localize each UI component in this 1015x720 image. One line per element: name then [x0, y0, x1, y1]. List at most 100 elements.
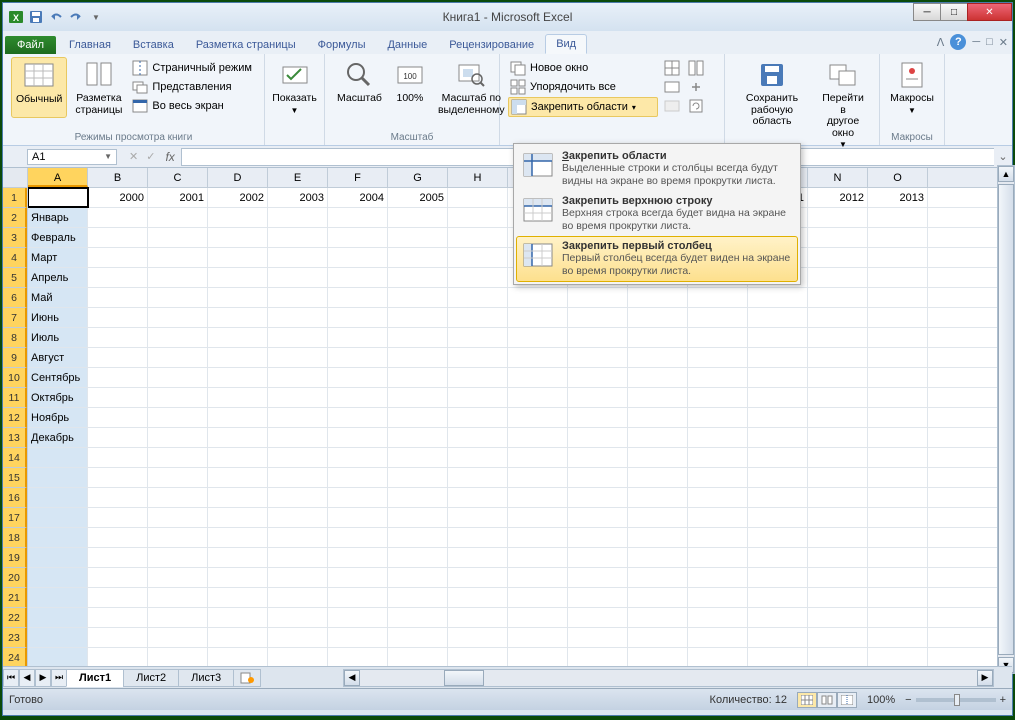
- cell[interactable]: Ноябрь: [28, 408, 88, 427]
- maximize-button[interactable]: □: [940, 3, 968, 21]
- cell[interactable]: [328, 648, 388, 666]
- cell[interactable]: [208, 448, 268, 467]
- cell[interactable]: [388, 608, 448, 627]
- row-header[interactable]: 11: [3, 388, 27, 408]
- cell[interactable]: [628, 408, 688, 427]
- cell[interactable]: [328, 528, 388, 547]
- cell[interactable]: [88, 328, 148, 347]
- row-header[interactable]: 10: [3, 368, 27, 388]
- cell[interactable]: [208, 408, 268, 427]
- cell[interactable]: [88, 608, 148, 627]
- cell[interactable]: [448, 608, 508, 627]
- cell[interactable]: [748, 628, 808, 647]
- cell[interactable]: [328, 348, 388, 367]
- cell[interactable]: [388, 408, 448, 427]
- cell[interactable]: [868, 468, 928, 487]
- unhide-button[interactable]: [662, 97, 682, 115]
- cell[interactable]: [448, 548, 508, 567]
- cell[interactable]: [868, 628, 928, 647]
- cell[interactable]: [448, 368, 508, 387]
- cell[interactable]: [688, 288, 748, 307]
- cell[interactable]: [808, 288, 868, 307]
- cell[interactable]: [88, 388, 148, 407]
- column-header[interactable]: E: [268, 168, 328, 187]
- cell[interactable]: [508, 408, 568, 427]
- select-all-corner[interactable]: [3, 168, 27, 188]
- cell[interactable]: [268, 528, 328, 547]
- cell[interactable]: [508, 648, 568, 666]
- cell[interactable]: [268, 288, 328, 307]
- cell[interactable]: [268, 588, 328, 607]
- cell[interactable]: [748, 508, 808, 527]
- cell[interactable]: [688, 408, 748, 427]
- view-custom-button[interactable]: Представления: [130, 78, 254, 96]
- cell[interactable]: [868, 288, 928, 307]
- row-header[interactable]: 15: [3, 468, 27, 488]
- cell[interactable]: [508, 488, 568, 507]
- cell[interactable]: [808, 208, 868, 227]
- cell[interactable]: [568, 608, 628, 627]
- cell[interactable]: [868, 368, 928, 387]
- cell[interactable]: [568, 308, 628, 327]
- cell[interactable]: [688, 348, 748, 367]
- inner-close-icon[interactable]: ✕: [999, 36, 1008, 49]
- cell[interactable]: [688, 308, 748, 327]
- cell[interactable]: [868, 528, 928, 547]
- cell[interactable]: [568, 648, 628, 666]
- tab-insert[interactable]: Вставка: [122, 35, 185, 54]
- reset-window-button[interactable]: [686, 97, 706, 115]
- cell[interactable]: [328, 488, 388, 507]
- cell[interactable]: [148, 248, 208, 267]
- cell[interactable]: [508, 448, 568, 467]
- cell[interactable]: [208, 248, 268, 267]
- cell[interactable]: [628, 548, 688, 567]
- cell[interactable]: [808, 548, 868, 567]
- cell[interactable]: [568, 288, 628, 307]
- cell[interactable]: [148, 448, 208, 467]
- cell[interactable]: [388, 508, 448, 527]
- cell[interactable]: [148, 268, 208, 287]
- cell[interactable]: [448, 268, 508, 287]
- new-window-button[interactable]: Новое окно: [508, 59, 658, 77]
- cell[interactable]: [868, 408, 928, 427]
- cell[interactable]: [568, 528, 628, 547]
- zoom-in-icon[interactable]: +: [1000, 694, 1006, 706]
- cell[interactable]: [448, 348, 508, 367]
- cell[interactable]: [748, 388, 808, 407]
- sheet-nav-last-icon[interactable]: ⏭: [51, 669, 67, 687]
- cell[interactable]: [88, 588, 148, 607]
- cell[interactable]: [28, 548, 88, 567]
- cell[interactable]: [268, 608, 328, 627]
- cell[interactable]: [568, 368, 628, 387]
- cell[interactable]: [448, 528, 508, 547]
- cell[interactable]: [508, 388, 568, 407]
- cell[interactable]: [328, 328, 388, 347]
- cell[interactable]: [268, 508, 328, 527]
- cell[interactable]: [268, 548, 328, 567]
- cell[interactable]: [148, 588, 208, 607]
- cell[interactable]: [748, 308, 808, 327]
- cell[interactable]: [388, 208, 448, 227]
- tab-home[interactable]: Главная: [58, 35, 122, 54]
- cell[interactable]: [748, 648, 808, 666]
- show-button[interactable]: Показать ▼: [273, 57, 316, 117]
- cell[interactable]: [568, 508, 628, 527]
- cell[interactable]: [808, 368, 868, 387]
- sheet-nav-next-icon[interactable]: ▶: [35, 669, 51, 687]
- cell[interactable]: [868, 348, 928, 367]
- cell[interactable]: [88, 408, 148, 427]
- cell[interactable]: [208, 268, 268, 287]
- cell[interactable]: Апрель: [28, 268, 88, 287]
- row-header[interactable]: 2: [3, 208, 27, 228]
- cell[interactable]: [628, 648, 688, 666]
- cell[interactable]: [208, 308, 268, 327]
- cell[interactable]: [868, 208, 928, 227]
- row-header[interactable]: 17: [3, 508, 27, 528]
- cell[interactable]: [448, 488, 508, 507]
- cell[interactable]: [868, 548, 928, 567]
- cell[interactable]: 2003: [268, 188, 328, 207]
- cell[interactable]: [568, 588, 628, 607]
- cell[interactable]: [448, 508, 508, 527]
- cell[interactable]: [628, 328, 688, 347]
- slider-thumb[interactable]: [954, 694, 960, 706]
